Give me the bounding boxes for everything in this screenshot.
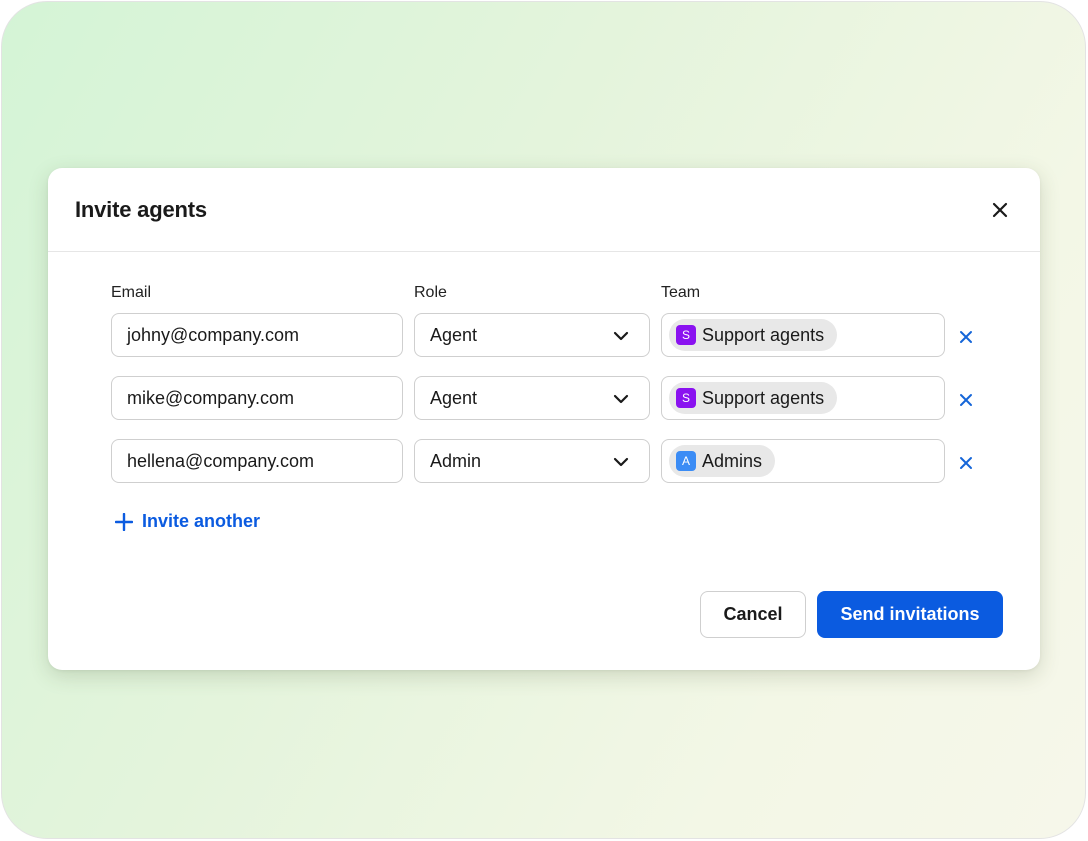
role-column-label: Role <box>414 284 447 301</box>
email-input[interactable]: johny@company.com <box>111 313 403 357</box>
close-icon <box>960 394 972 406</box>
team-badge-icon: A <box>676 451 696 471</box>
remove-row-button[interactable] <box>957 328 975 346</box>
team-badge-icon: S <box>676 325 696 345</box>
dialog-title: Invite agents <box>75 197 207 222</box>
role-value: Admin <box>430 450 482 471</box>
cancel-button[interactable]: Cancel <box>700 591 806 638</box>
plus-icon <box>115 512 133 531</box>
close-button[interactable] <box>988 198 1012 222</box>
role-value: Agent <box>430 324 478 345</box>
email-column-label: Email <box>111 284 152 301</box>
email-input[interactable]: mike@company.com <box>111 376 403 420</box>
chevron-down-icon <box>613 331 629 341</box>
team-input[interactable]: A Admins <box>661 439 945 483</box>
invite-another-label: Invite another <box>142 511 261 531</box>
invite-another-button[interactable]: Invite another <box>115 511 260 532</box>
email-input[interactable]: hellena@company.com <box>111 439 403 483</box>
chevron-down-icon <box>613 457 629 467</box>
dialog-header: Invite agents <box>48 168 1040 252</box>
send-invitations-button[interactable]: Send invitations <box>817 591 1003 638</box>
team-chip[interactable]: A Admins <box>669 445 776 477</box>
team-badge-icon: S <box>676 388 696 408</box>
remove-row-button[interactable] <box>957 454 975 472</box>
close-icon <box>960 457 972 469</box>
role-value: Agent <box>430 387 478 408</box>
team-input[interactable]: S Support agents <box>661 313 945 357</box>
role-select[interactable]: Agent <box>414 376 650 420</box>
team-column-label: Team <box>661 284 701 301</box>
role-select[interactable]: Agent <box>414 313 650 357</box>
chevron-down-icon <box>613 394 629 404</box>
team-chip-label: Support agents <box>702 324 825 345</box>
team-chip-label: Support agents <box>702 387 825 408</box>
team-chip[interactable]: S Support agents <box>669 382 838 414</box>
role-select[interactable]: Admin <box>414 439 650 483</box>
team-input[interactable]: S Support agents <box>661 376 945 420</box>
team-chip-label: Admins <box>702 450 763 471</box>
team-chip[interactable]: S Support agents <box>669 319 838 351</box>
invite-agents-dialog: Invite agents Email Role Team johny@comp… <box>48 168 1040 670</box>
close-icon <box>992 202 1008 218</box>
close-icon <box>960 331 972 343</box>
remove-row-button[interactable] <box>957 391 975 409</box>
